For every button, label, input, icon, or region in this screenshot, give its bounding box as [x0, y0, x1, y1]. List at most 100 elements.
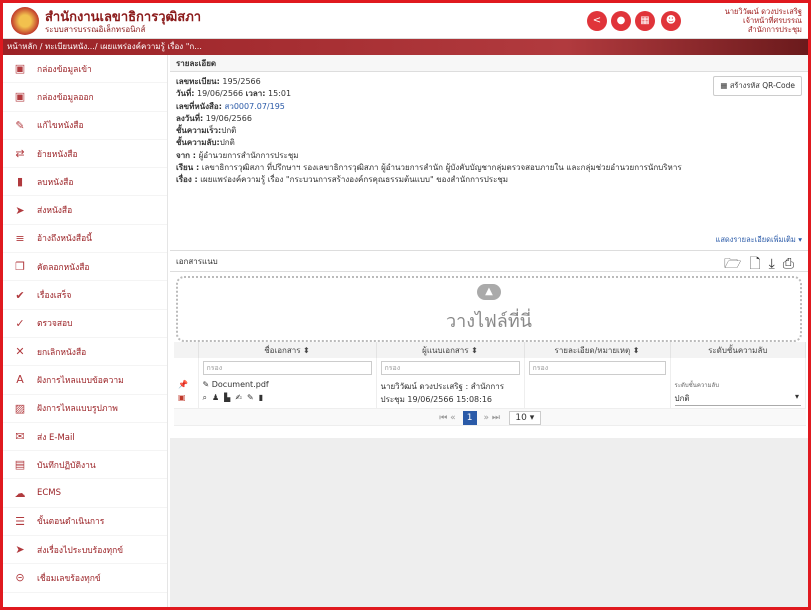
sidebar-item-text[interactable]: A ฝังการไหลแบบข้อความ [3, 366, 167, 395]
sidebar-item-label: กล่องข้อมูลเข้า [37, 64, 92, 75]
sidebar-item-label: ขั้นตอนดำเนินการ [37, 517, 105, 528]
done-icon: ✔ [15, 288, 25, 302]
sidebar-item-edit[interactable]: ✎ แก้ไขหนังสือ [3, 112, 167, 140]
sidebar-item-send[interactable]: ➤ ส่งหนังสือ [3, 196, 167, 225]
new-file-icon[interactable]: 🗋 [749, 256, 768, 272]
pdf-icon: ▣ [178, 393, 186, 402]
show-more-link[interactable]: แสดงรายละเอียดเพิ่มเติม ▾ [715, 234, 802, 246]
attachment-toolbar: 🗁🗋⤓⎙ [724, 253, 802, 275]
details-section-title: รายละเอียด [170, 55, 808, 72]
sidebar-item-reference[interactable]: ≡ อ้างถึงหนังสือนี้ [3, 225, 167, 254]
sign-icon[interactable]: ♟ [212, 393, 224, 402]
breadcrumb[interactable]: หน้าหลัก / ทะเบียนหนัง.../ เผยแพร่องค์คว… [3, 39, 808, 55]
pencil-icon[interactable]: ✎ [247, 393, 259, 402]
sidebar-item-list[interactable]: ☰ ขั้นตอนดำเนินการ [3, 508, 167, 537]
zoom-icon[interactable]: ⌕ [203, 393, 212, 402]
move-icon: ⇄ [15, 147, 25, 161]
qr-icon: ▦ [720, 81, 730, 90]
user-avatar-icon[interactable]: ☻ [661, 11, 681, 31]
first-page-icon[interactable]: ⏮ [439, 413, 447, 423]
sidebar-item-label: ตรวจสอบ [37, 319, 73, 330]
forward-icon: ➤ [15, 543, 25, 557]
sidebar-item-label: แก้ไขหนังสือ [37, 121, 84, 132]
sidebar-item-label: ส่งเรื่องไประบบร้องทุกข์ [37, 545, 124, 556]
sidebar-item-image[interactable]: ▨ ฝังการไหลแบบรูปภาพ [3, 395, 167, 423]
file-name[interactable]: Document.pdf [212, 380, 269, 389]
top-bar: สำนักงานเลขาธิการวุฒิสภา ระบบสารบรรณอิเล… [3, 3, 808, 39]
from-label: จาก : [176, 150, 197, 160]
sidebar-item-link[interactable]: ⊝ เชื่อมเลขร้องทุกข์ [3, 564, 167, 593]
inbox-icon: ▣ [14, 62, 26, 76]
drop-zone-text: วางไฟล์ที่นี่ [445, 311, 532, 332]
attachments-header: เอกสารแนบ 🗁🗋⤓⎙ [170, 250, 808, 272]
sidebar-item-trash[interactable]: ▮ ลบหนังสือ [3, 168, 167, 197]
dated-value: 19/06/2566 [205, 113, 252, 123]
send-icon: ➤ [15, 203, 25, 217]
date-value: 19/06/2566 [196, 89, 244, 99]
user-info[interactable]: นายวิวัฒน์ ดวงประเสริฐ เจ้าหน้าที่ศรบรรณ… [725, 7, 802, 34]
pagination: ⏮ « 1 » ⏭ 10 ▾ [174, 408, 806, 426]
time-value: 15:01 [268, 89, 292, 99]
col-name-header[interactable]: ชื่อเอกสาร ⬍ [198, 342, 377, 358]
edit-name-icon[interactable]: ✎ [203, 380, 212, 389]
sidebar-item-check[interactable]: ✓ ตรวจสอบ [3, 310, 167, 338]
download-icon[interactable]: ⤓ [769, 256, 783, 272]
mail-icon: ✉ [15, 430, 25, 443]
last-page-icon[interactable]: ⏭ [492, 413, 500, 423]
pin-icon[interactable]: 📌 [178, 380, 194, 389]
sidebar-item-log[interactable]: ▤ บันทึกปฏิบัติงาน [3, 451, 167, 480]
annotate-icon[interactable]: ✍ [235, 393, 247, 402]
sidebar-item-outbox[interactable]: ▣ กล่องข้อมูลออก [3, 83, 167, 112]
text-icon: A [16, 373, 24, 387]
share-icon[interactable]: < [587, 11, 607, 31]
uploader-cell: นายวิวัฒน์ ดวงประเสริฐ : สำนักการประชุม … [376, 378, 525, 408]
page-size-select[interactable]: 10 ▾ [508, 411, 541, 425]
log-icon: ▤ [14, 458, 26, 472]
qr-code-button[interactable]: ▦ สร้างรหัส QR-Code [713, 76, 802, 97]
app-window: สำนักงานเลขาธิการวุฒิสภา ระบบสารบรรณอิเล… [0, 0, 811, 610]
sidebar-item-label: บันทึกปฏิบัติงาน [37, 460, 96, 471]
sidebar-item-label: ส่ง E-Mail [37, 432, 75, 443]
next-page-icon[interactable]: » [483, 413, 489, 423]
date-label: วันที่: [176, 89, 195, 99]
col-notes-header[interactable]: รายละเอียด/หมายเหตุ ⬍ [524, 342, 671, 358]
sidebar-item-cloud[interactable]: ☁ ECMS [3, 479, 167, 508]
print-icon[interactable]: ⎙ [783, 256, 802, 272]
table-row[interactable]: 📌 ▣ ✎ Document.pdf ⌕♟▙✍✎▮ นายวิวัฒน์ ดวงป… [174, 378, 806, 408]
prev-page-icon[interactable]: « [450, 413, 456, 423]
sidebar-item-inbox[interactable]: ▣ กล่องข้อมูลเข้า [3, 55, 167, 84]
time-label: เวลา: [245, 89, 266, 99]
sidebar-item-label: เรื่องเสร็จ [37, 291, 72, 302]
cloud-upload-icon: ▲ [477, 284, 501, 300]
col-uploader-header[interactable]: ผู้แนบเอกสาร ⬍ [376, 342, 525, 358]
sidebar-item-copy[interactable]: ❐ คัดลอกหนังสือ [3, 253, 167, 282]
delete-icon[interactable]: ▮ [259, 393, 268, 402]
filter-name-input[interactable]: กรอง [202, 361, 372, 375]
bell-icon[interactable]: ● [611, 11, 631, 31]
secret-select[interactable]: ปกติ ▾ [674, 392, 801, 406]
qr-button-label: สร้างรหัส QR-Code [729, 81, 795, 90]
sidebar-item-label: ย้ายหนังสือ [37, 149, 78, 160]
sidebar-item-label: ฝังการไหลแบบข้อความ [37, 375, 124, 386]
apps-grid-icon[interactable]: ▦ [635, 11, 655, 31]
sidebar-item-label: อ้างถึงหนังสือนี้ [37, 234, 92, 245]
filter-uploader-input[interactable]: กรอง [380, 361, 520, 375]
reg-label: เลขทะเบียน: [176, 77, 220, 86]
row-actions: ⌕♟▙✍✎▮ [203, 393, 372, 403]
current-page[interactable]: 1 [462, 411, 477, 425]
file-drop-zone[interactable]: ▲ วางไฟล์ที่นี่ [176, 276, 802, 342]
sidebar-item-mail[interactable]: ✉ ส่ง E-Mail [3, 423, 167, 452]
subject-value: เผยแพร่องค์ความรู้ เรื่อง "กระบวนการสร้า… [200, 175, 509, 185]
doc-no-label: เลขที่หนังสือ: [176, 101, 222, 111]
sidebar-item-forward[interactable]: ➤ ส่งเรื่องไประบบร้องทุกข์ [3, 536, 167, 565]
sidebar-item-move[interactable]: ⇄ ย้ายหนังสือ [3, 140, 167, 169]
stamp-icon[interactable]: ▙ [224, 393, 235, 402]
sidebar-item-label: ECMS [37, 488, 62, 499]
secret-select-value: ปกติ [674, 394, 690, 403]
sidebar-item-done[interactable]: ✔ เรื่องเสร็จ [3, 281, 167, 310]
sidebar-item-cancel[interactable]: ✕ ยกเลิกหนังสือ [3, 338, 167, 367]
filter-notes-input[interactable]: กรอง [528, 361, 666, 375]
doc-no-value[interactable]: สว0007.07/195 [224, 102, 284, 111]
open-folder-icon[interactable]: 🗁 [724, 256, 749, 272]
secret-label: ชั้นความลับ: [176, 138, 220, 148]
